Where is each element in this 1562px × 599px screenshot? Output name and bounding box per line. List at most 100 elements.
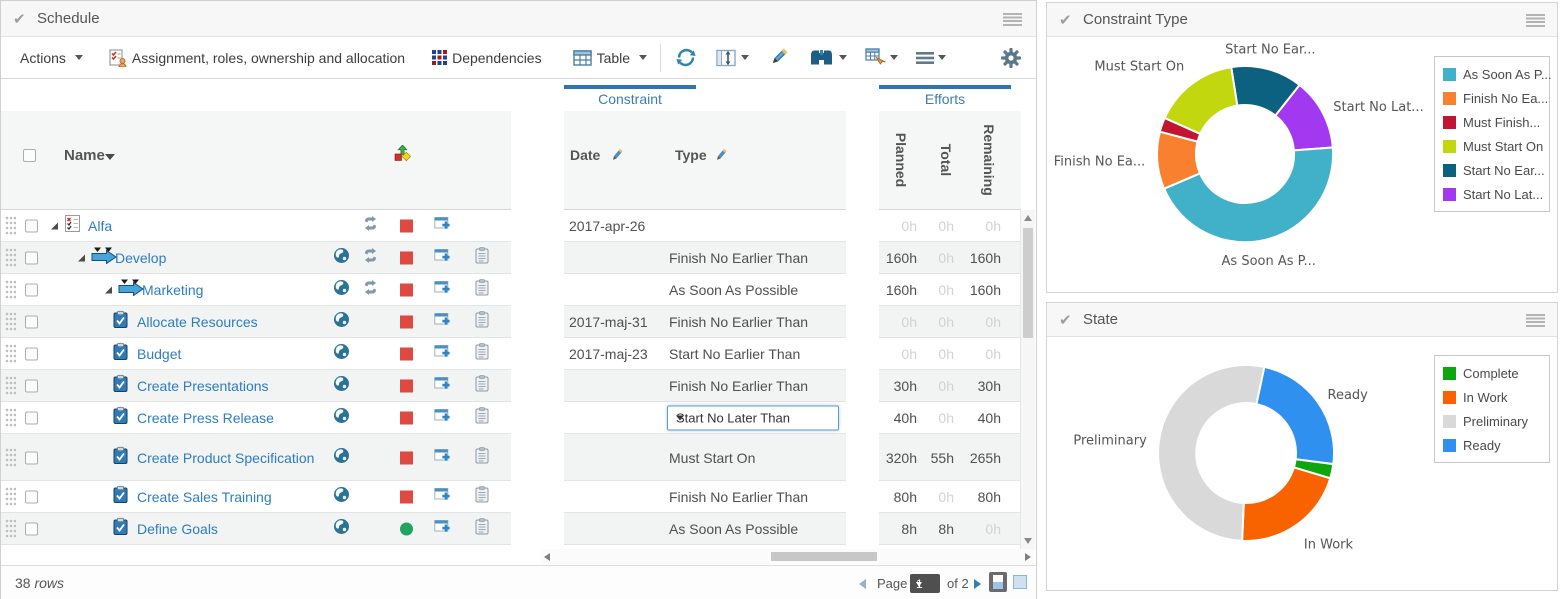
- scroll-down-icon[interactable]: [1024, 538, 1032, 544]
- scrollbar-thumb[interactable]: [1023, 228, 1033, 338]
- legend-item-as-soon-as-p[interactable]: As Soon As P...: [1443, 62, 1541, 86]
- row-checkbox[interactable]: [25, 284, 38, 297]
- continuous-view-toggle[interactable]: [1013, 575, 1027, 589]
- name-link[interactable]: Create Product Specification: [137, 450, 314, 466]
- next-page-button[interactable]: [974, 579, 981, 589]
- collapse-icon[interactable]: [51, 223, 58, 230]
- table-row-budget[interactable]: Budget2017-maj-23Start No Earlier Than0h…: [1, 338, 1020, 370]
- horizontal-scrollbar[interactable]: [541, 549, 1034, 564]
- legend-item-preliminary[interactable]: Preliminary: [1443, 409, 1541, 433]
- edit-button[interactable]: [767, 46, 790, 69]
- row-checkbox[interactable]: [25, 348, 38, 361]
- row-height-button[interactable]: [716, 48, 749, 68]
- name-link[interactable]: Create Sales Training: [137, 489, 272, 505]
- clipboard-icon[interactable]: [475, 279, 489, 301]
- view-menu-button[interactable]: [916, 51, 946, 65]
- row-checkbox[interactable]: [25, 523, 38, 536]
- table-row-create-product-specification[interactable]: Create Product Specification Must Start O…: [1, 434, 1020, 481]
- status-red-icon[interactable]: [400, 451, 413, 464]
- sort-descending-icon[interactable]: [105, 154, 115, 160]
- name-link[interactable]: Allocate Resources: [137, 314, 258, 330]
- status-red-icon[interactable]: [400, 348, 413, 361]
- dependencies-button[interactable]: Dependencies: [432, 50, 547, 66]
- table-row-create-press-release[interactable]: Create Press ReleaseStart No Later Than4…: [1, 402, 1020, 434]
- total-column-header[interactable]: Total: [938, 144, 954, 176]
- constraint-type-cell[interactable]: Start No Earlier Than: [669, 346, 800, 362]
- table-row-create-sales-training[interactable]: Create Sales Training Finish No Earlier T…: [1, 481, 1020, 513]
- date-column-header[interactable]: Date: [570, 147, 600, 163]
- add-window-icon[interactable]: [434, 519, 450, 539]
- vertical-scrollbar[interactable]: [1020, 210, 1035, 549]
- globe-icon[interactable]: [333, 343, 350, 365]
- globe-icon[interactable]: [333, 375, 350, 397]
- name-link[interactable]: Alfa: [88, 218, 112, 234]
- scroll-left-icon[interactable]: [544, 553, 550, 561]
- constraint-type-cell[interactable]: Finish No Earlier Than: [669, 378, 808, 394]
- constraint-date-cell[interactable]: 2017-apr-26: [569, 218, 645, 234]
- donut-slice-must-start-on[interactable]: [1165, 67, 1238, 134]
- clipboard-icon[interactable]: [475, 343, 489, 365]
- drag-handle[interactable]: [5, 280, 16, 301]
- legend-item-in-work[interactable]: In Work: [1443, 385, 1541, 409]
- planned-column-header[interactable]: Planned: [893, 133, 909, 187]
- row-checkbox[interactable]: [25, 451, 38, 464]
- constraint-type-cell[interactable]: Finish No Earlier Than: [669, 489, 808, 505]
- add-window-icon[interactable]: [434, 248, 450, 268]
- legend-item-start-no-ear[interactable]: Start No Ear...: [1443, 158, 1541, 182]
- drag-handle[interactable]: [5, 408, 16, 429]
- name-column-header[interactable]: Name: [64, 147, 105, 164]
- constraint-type-cell[interactable]: Finish No Earlier Than: [669, 314, 808, 330]
- panel-menu-icon[interactable]: [1526, 314, 1545, 327]
- add-window-icon[interactable]: [434, 312, 450, 332]
- scrollbar-thumb[interactable]: [771, 552, 877, 561]
- actions-menu-button[interactable]: Actions: [15, 50, 83, 66]
- name-link[interactable]: Define Goals: [137, 521, 218, 537]
- legend-item-start-no-lat[interactable]: Start No Lat...: [1443, 182, 1541, 206]
- status-red-icon[interactable]: [400, 380, 413, 393]
- status-green-icon[interactable]: [400, 523, 413, 536]
- legend-item-must-start-on[interactable]: Must Start On: [1443, 134, 1541, 158]
- table-row-create-presentations[interactable]: Create PresentationsFinish No Earlier Th…: [1, 370, 1020, 402]
- constraint-date-cell[interactable]: 2017-maj-23: [569, 346, 648, 362]
- status-red-icon[interactable]: [400, 252, 413, 265]
- table-row-marketing[interactable]: MarketingAs Soon As Possible160h0h160h: [1, 274, 1020, 306]
- row-checkbox[interactable]: [25, 220, 38, 233]
- drag-handle[interactable]: [5, 248, 16, 269]
- row-checkbox[interactable]: [25, 380, 38, 393]
- add-window-icon[interactable]: [434, 448, 450, 468]
- status-red-icon[interactable]: [400, 412, 413, 425]
- donut-slice-in-work[interactable]: [1242, 467, 1330, 541]
- table-row-alfa[interactable]: Alfa2017-apr-260h0h0h: [1, 210, 1020, 242]
- paged-view-toggle[interactable]: [989, 572, 1007, 592]
- add-window-icon[interactable]: [434, 487, 450, 507]
- globe-icon[interactable]: [333, 518, 350, 540]
- globe-icon[interactable]: [333, 447, 350, 469]
- constraint-type-cell[interactable]: As Soon As Possible: [669, 521, 798, 537]
- add-window-icon[interactable]: [434, 408, 450, 428]
- fill-down-button[interactable]: [865, 48, 898, 67]
- clipboard-icon[interactable]: [475, 247, 489, 269]
- drag-handle[interactable]: [5, 487, 16, 508]
- clipboard-icon[interactable]: [475, 375, 489, 397]
- drag-handle[interactable]: [5, 216, 16, 237]
- table-view-button[interactable]: Table: [573, 50, 647, 66]
- constraint-type-cell[interactable]: Must Start On: [669, 450, 755, 466]
- legend-item-ready[interactable]: Ready: [1443, 433, 1541, 457]
- drag-handle[interactable]: [5, 447, 16, 468]
- status-red-icon[interactable]: [400, 284, 413, 297]
- clipboard-icon[interactable]: [475, 486, 489, 508]
- scroll-up-icon[interactable]: [1024, 215, 1032, 221]
- sync-icon[interactable]: [362, 280, 379, 300]
- constraint-type-cell[interactable]: Finish No Earlier Than: [669, 250, 808, 266]
- panel-menu-icon[interactable]: [1526, 14, 1545, 27]
- panel-menu-icon[interactable]: [1003, 13, 1022, 26]
- constraint-type-cell[interactable]: As Soon As Possible: [669, 282, 798, 298]
- table-row-develop[interactable]: DevelopFinish No Earlier Than160h0h160h: [1, 242, 1020, 274]
- row-checkbox[interactable]: [25, 252, 38, 265]
- legend-item-finish-no-ea[interactable]: Finish No Ea...: [1443, 86, 1541, 110]
- constraints-indicator-icon[interactable]: [394, 145, 411, 167]
- clipboard-icon[interactable]: [475, 407, 489, 429]
- remaining-column-header[interactable]: Remaining: [981, 124, 997, 196]
- row-checkbox[interactable]: [25, 316, 38, 329]
- drag-handle[interactable]: [5, 312, 16, 333]
